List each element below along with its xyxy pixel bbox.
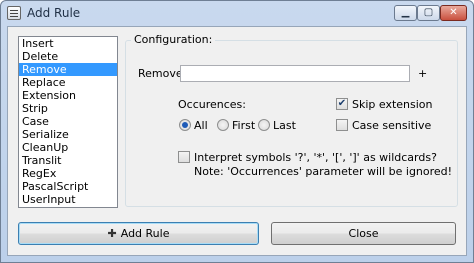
skip-extension-checkbox[interactable]: ✔ bbox=[336, 98, 348, 110]
rule-item-cleanup[interactable]: CleanUp bbox=[19, 141, 117, 154]
rule-item-case[interactable]: Case bbox=[19, 115, 117, 128]
rule-item-serialize[interactable]: Serialize bbox=[19, 128, 117, 141]
rule-item-extension[interactable]: Extension bbox=[19, 89, 117, 102]
app-icon bbox=[7, 6, 21, 20]
rule-item-remove[interactable]: Remove bbox=[19, 63, 117, 76]
occurrences-last-label[interactable]: Last bbox=[273, 119, 296, 132]
occurrences-first-radio[interactable] bbox=[217, 119, 229, 131]
wildcards-note: Note: 'Occurrences' parameter will be ig… bbox=[194, 165, 453, 178]
rule-item-pascalscript[interactable]: PascalScript bbox=[19, 180, 117, 193]
occurrences-last-radio[interactable] bbox=[258, 119, 270, 131]
add-rule-dialog: Add Rule ▁ ▢ ✕ Insert Delete Remove Repl… bbox=[0, 0, 474, 263]
occurrences-all-label[interactable]: All bbox=[194, 119, 208, 132]
skip-extension-label[interactable]: Skip extension bbox=[352, 98, 433, 111]
rule-item-replace[interactable]: Replace bbox=[19, 76, 117, 89]
rules-list[interactable]: Insert Delete Remove Replace Extension S… bbox=[18, 36, 118, 208]
close-button[interactable]: Close bbox=[271, 222, 456, 245]
case-sensitive-checkbox[interactable] bbox=[336, 119, 348, 131]
add-rule-label: Add Rule bbox=[120, 227, 170, 240]
maximize-button[interactable]: ▢ bbox=[417, 5, 440, 21]
rule-item-strip[interactable]: Strip bbox=[19, 102, 117, 115]
interpret-wildcards-label[interactable]: Interpret symbols '?', '*', '[', ']' as … bbox=[194, 151, 437, 164]
window-title: Add Rule bbox=[27, 6, 81, 20]
configuration-label: Configuration: bbox=[131, 33, 216, 46]
remove-input[interactable] bbox=[180, 65, 410, 82]
rule-item-regex[interactable]: RegEx bbox=[19, 167, 117, 180]
add-rule-button[interactable]: ✚ Add Rule bbox=[18, 222, 259, 245]
rule-item-insert[interactable]: Insert bbox=[19, 37, 117, 50]
plus-icon: ✚ bbox=[107, 227, 117, 240]
occurrences-first-label[interactable]: First bbox=[232, 119, 255, 132]
occurrences-all-radio[interactable] bbox=[179, 119, 191, 131]
add-more-icon[interactable]: + bbox=[418, 67, 427, 80]
rule-item-translit[interactable]: Translit bbox=[19, 154, 117, 167]
interpret-wildcards-checkbox[interactable] bbox=[178, 151, 190, 163]
rule-item-delete[interactable]: Delete bbox=[19, 50, 117, 63]
rule-item-userinput[interactable]: UserInput bbox=[19, 193, 117, 206]
case-sensitive-label[interactable]: Case sensitive bbox=[352, 119, 431, 132]
occurrences-label: Occurences: bbox=[178, 98, 246, 111]
dialog-body: Insert Delete Remove Replace Extension S… bbox=[7, 26, 467, 256]
close-window-button[interactable]: ✕ bbox=[440, 5, 467, 21]
minimize-button[interactable]: ▁ bbox=[394, 5, 417, 21]
title-bar[interactable]: Add Rule ▁ ▢ ✕ bbox=[1, 1, 473, 25]
